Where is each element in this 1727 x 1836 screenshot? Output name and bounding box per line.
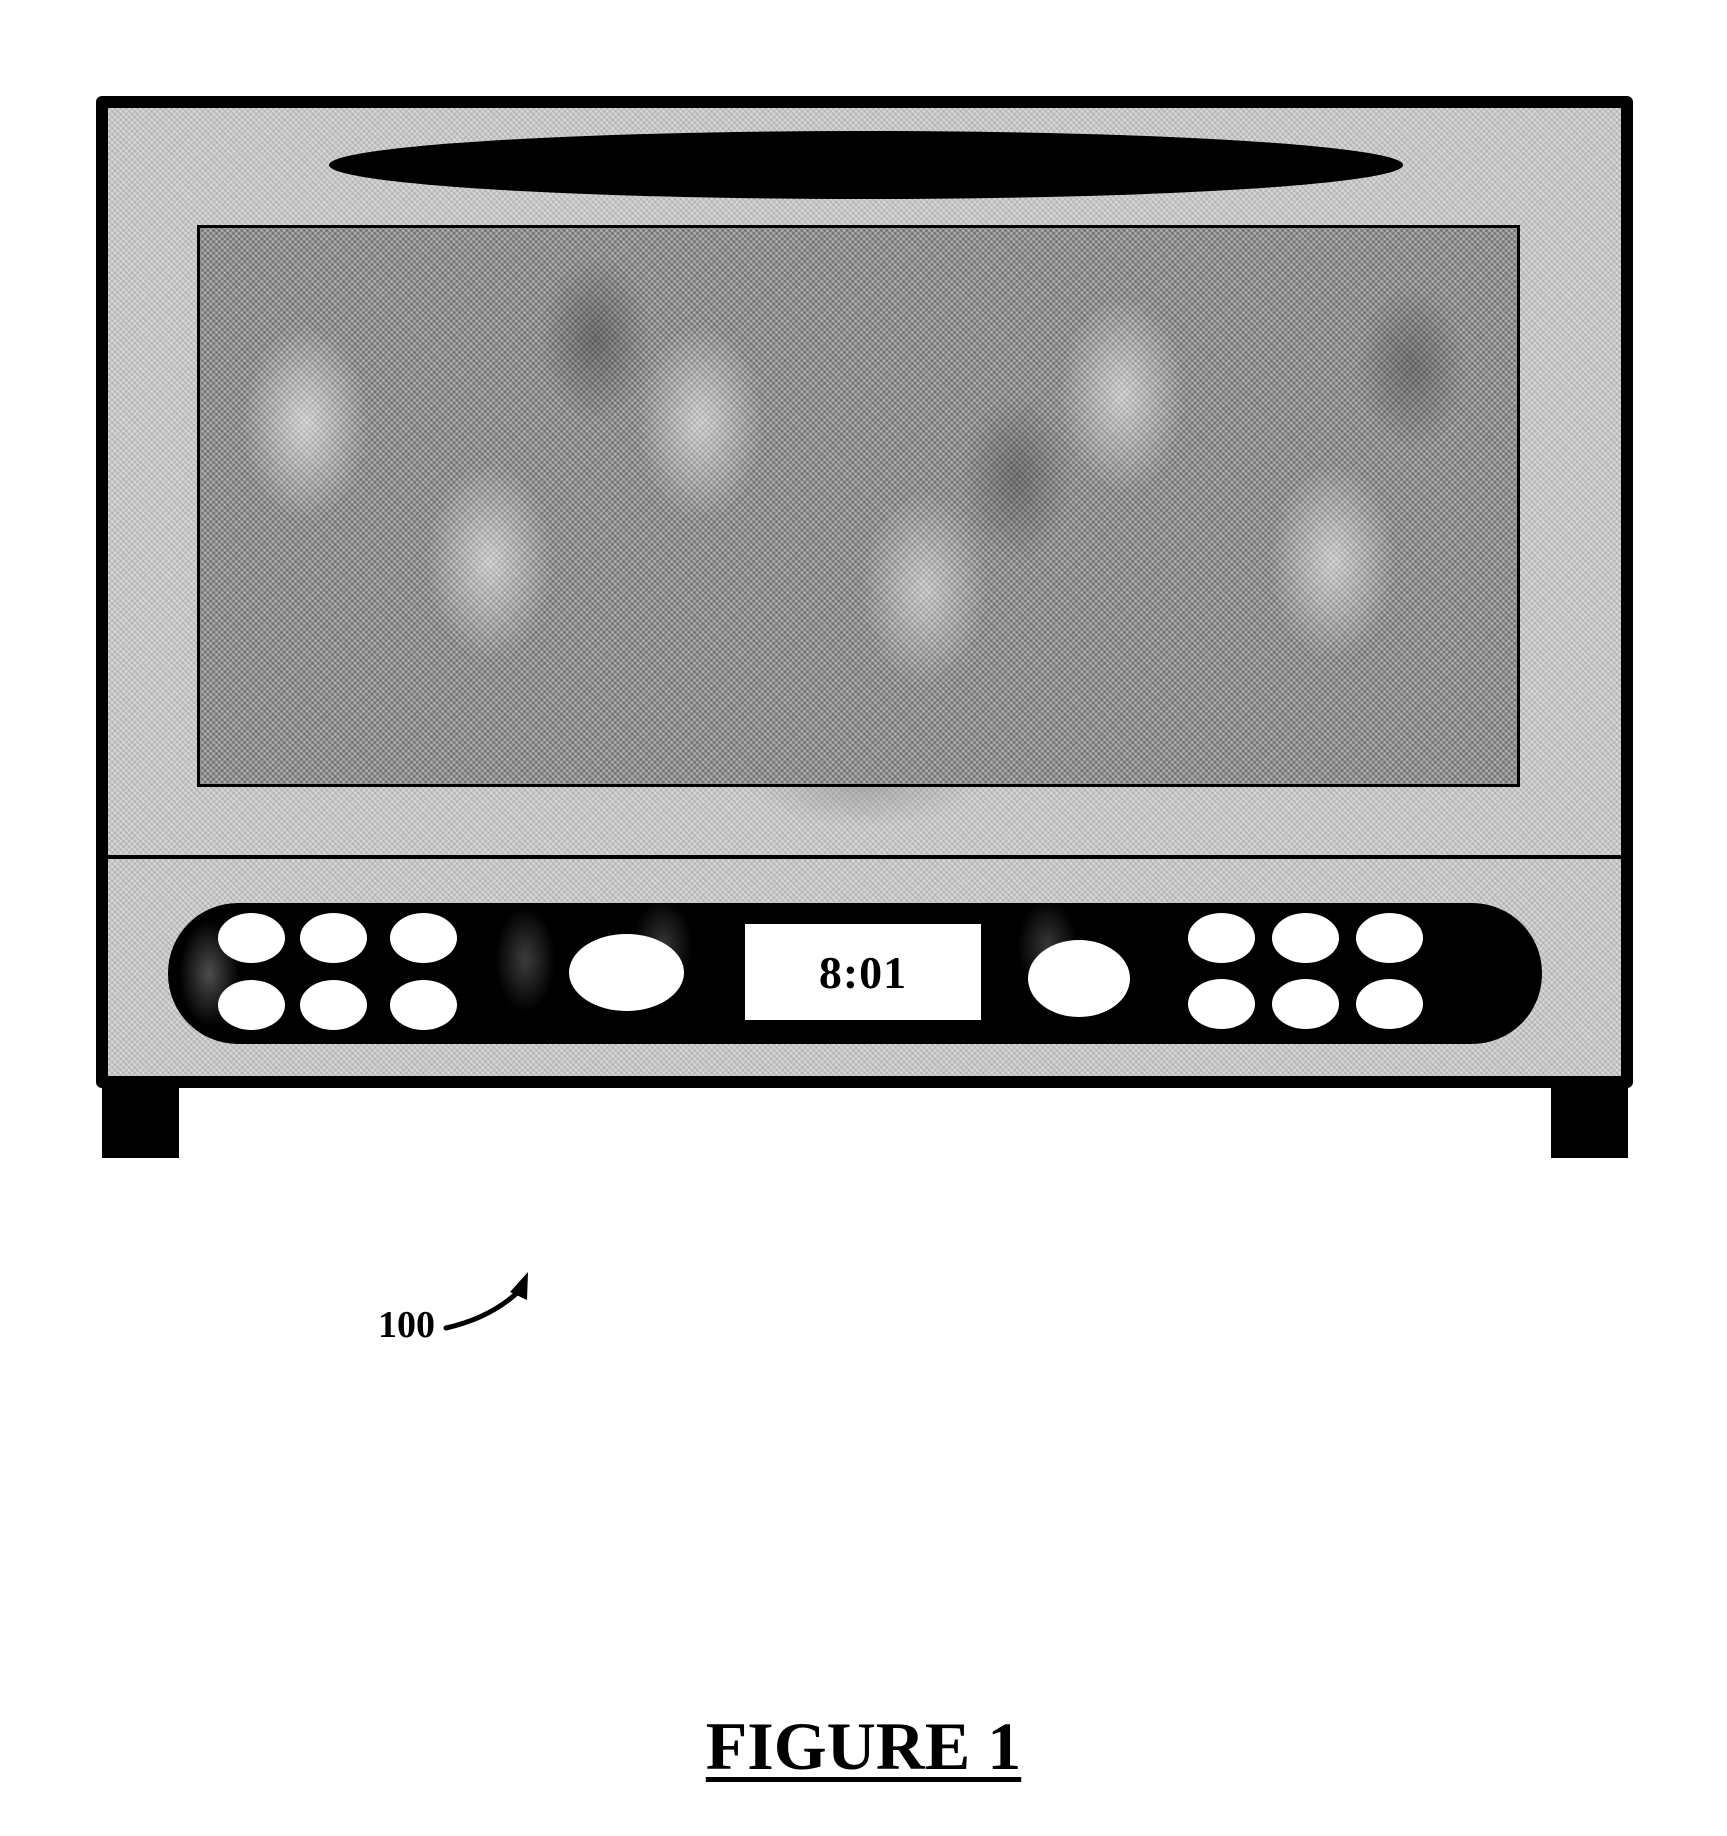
time-display: 8:01 [745,924,981,1020]
right-grid-button[interactable] [1188,979,1255,1029]
left-grid-button[interactable] [300,913,367,963]
foot-left [102,1088,179,1158]
right-large-button[interactable] [1028,940,1130,1017]
left-grid-button[interactable] [390,913,457,963]
reference-numeral: 100 [378,1304,435,1346]
door-handle [329,131,1403,199]
arrow-shaft [443,1289,521,1331]
panel-divider [108,855,1621,859]
figure-caption: FIGURE 1 [705,1708,1022,1784]
foot-right [1551,1088,1628,1158]
left-grid-button[interactable] [218,913,285,963]
right-grid-button[interactable] [1188,913,1255,963]
right-grid-button[interactable] [1272,913,1339,963]
curved-arrow-icon [443,1272,528,1331]
display-time: 8:01 [818,946,908,998]
left-large-button[interactable] [569,934,684,1011]
left-grid-button[interactable] [300,980,367,1030]
left-grid-button[interactable] [390,980,457,1030]
right-grid-button[interactable] [1356,979,1423,1029]
left-grid-button[interactable] [218,980,285,1030]
right-grid-button[interactable] [1356,913,1423,963]
oven-window [197,225,1520,787]
right-grid-button[interactable] [1272,979,1339,1029]
